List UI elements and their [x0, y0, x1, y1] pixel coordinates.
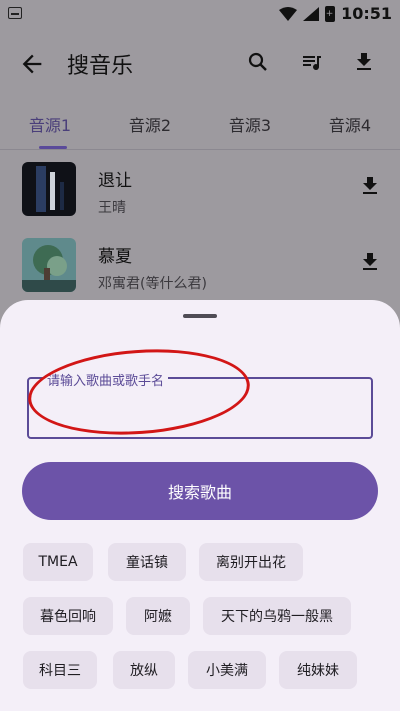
album-cover: [22, 162, 76, 216]
playlist-icon[interactable]: [298, 48, 326, 76]
song-title: 退让: [98, 171, 132, 191]
song-title: 慕夏: [98, 247, 132, 267]
signal-icon: [303, 6, 320, 21]
keyword-chip[interactable]: 放纵: [113, 651, 175, 689]
keyword-chip[interactable]: 阿嬷: [126, 597, 190, 635]
notification-icon: [8, 7, 22, 19]
drag-handle[interactable]: [183, 314, 217, 318]
tabs-divider: [0, 149, 400, 150]
song-artist: 邓寓君(等什么君): [98, 276, 207, 292]
download-icon[interactable]: [358, 250, 382, 274]
battery-icon: +: [325, 5, 336, 22]
tab-source-3[interactable]: 音源3: [210, 112, 290, 136]
app-bar: 搜音乐: [0, 28, 400, 100]
tab-source-1[interactable]: 音源1: [10, 112, 90, 136]
song-row[interactable]: 退让 王晴: [0, 152, 400, 228]
download-icon[interactable]: [358, 174, 382, 198]
battery-charging-glyph: +: [325, 8, 334, 19]
song-artist: 王晴: [98, 200, 126, 216]
keyword-chip[interactable]: 小美满: [188, 651, 266, 689]
tab-source-4[interactable]: 音源4: [310, 112, 390, 136]
page-title: 搜音乐: [67, 54, 134, 79]
status-bar: + 10:51: [0, 0, 400, 28]
keyword-chip[interactable]: 暮色回响: [23, 597, 113, 635]
keyword-chip[interactable]: 科目三: [23, 651, 97, 689]
source-tabs: 音源1 音源2 音源3 音源4: [0, 100, 400, 150]
search-song-button[interactable]: 搜索歌曲: [22, 462, 378, 520]
keyword-chip[interactable]: 童话镇: [108, 543, 186, 581]
clock: 10:51: [341, 4, 392, 23]
keyword-chip-tmea[interactable]: TMEA: [23, 543, 93, 581]
tab-source-2[interactable]: 音源2: [110, 112, 190, 136]
search-icon[interactable]: [244, 48, 272, 76]
wifi-icon: [279, 6, 298, 21]
status-icons: + 10:51: [279, 4, 392, 23]
keyword-chip[interactable]: 天下的乌鸦一般黑: [203, 597, 351, 635]
keyword-chip[interactable]: 离别开出花: [199, 543, 303, 581]
keyword-chip[interactable]: 纯妹妹: [279, 651, 357, 689]
download-icon[interactable]: [350, 48, 378, 76]
song-row[interactable]: 慕夏 邓寓君(等什么君): [0, 228, 400, 304]
album-cover: [22, 238, 76, 292]
back-arrow-icon[interactable]: [18, 50, 46, 78]
